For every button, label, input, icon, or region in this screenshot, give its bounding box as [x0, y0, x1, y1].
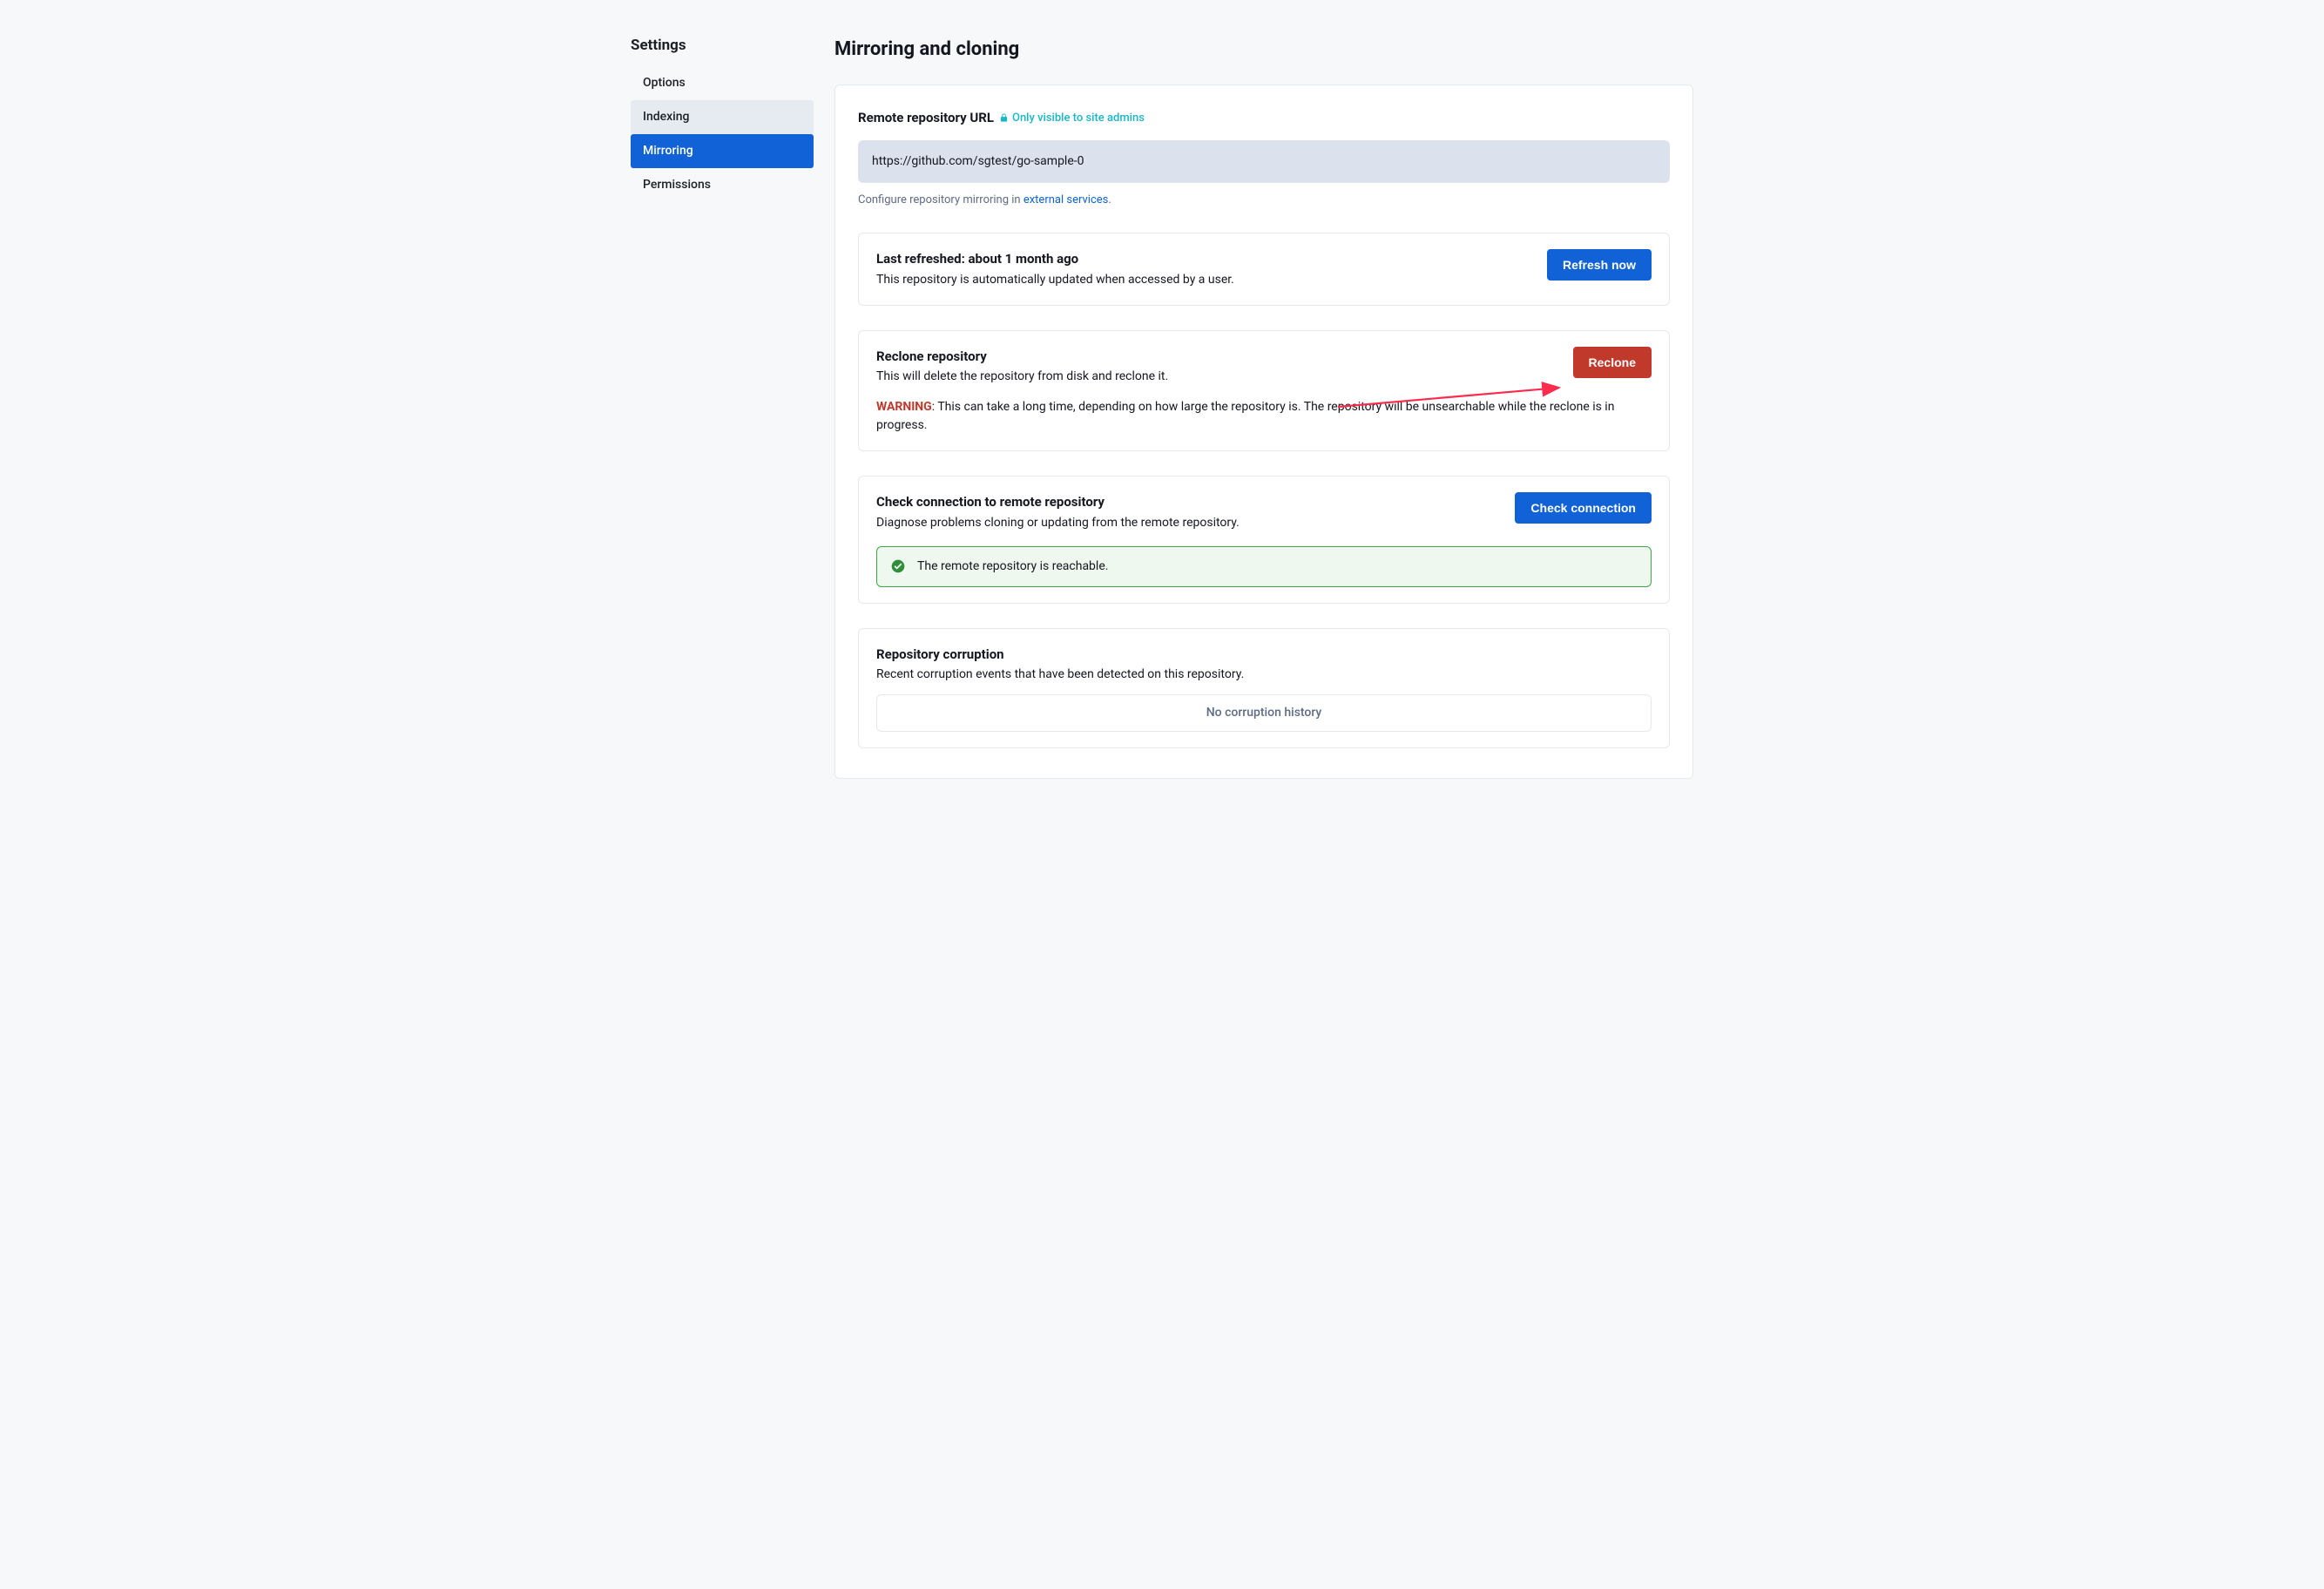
- check-circle-icon: [891, 559, 905, 573]
- check-desc: Diagnose problems cloning or updating fr…: [876, 514, 1497, 532]
- reclone-card: Reclone repository This will delete the …: [858, 330, 1670, 452]
- page-title: Mirroring and cloning: [834, 35, 1693, 64]
- sidebar-title: Settings: [631, 35, 814, 57]
- warning-text: : This can take a long time, depending o…: [876, 400, 1614, 432]
- config-hint-suffix: .: [1108, 193, 1111, 206]
- connection-success-text: The remote repository is reachable.: [917, 558, 1108, 576]
- main-content: Mirroring and cloning Remote repository …: [834, 35, 1693, 779]
- check-title: Check connection to remote repository: [876, 492, 1497, 512]
- settings-sidebar: Settings Options Indexing Mirroring Perm…: [631, 35, 814, 779]
- mirroring-panel: Remote repository URL Only visible to si…: [834, 85, 1693, 779]
- admin-only-badge: Only visible to site admins: [999, 110, 1145, 127]
- sidebar-item-options[interactable]: Options: [631, 66, 814, 100]
- corruption-desc: Recent corruption events that have been …: [876, 666, 1652, 684]
- external-services-link[interactable]: external services: [1024, 193, 1109, 206]
- reclone-desc: This will delete the repository from dis…: [876, 368, 1556, 386]
- corruption-title: Repository corruption: [876, 645, 1652, 665]
- corruption-empty: No corruption history: [876, 694, 1652, 732]
- refresh-desc: This repository is automatically updated…: [876, 271, 1530, 289]
- reclone-button[interactable]: Reclone: [1573, 347, 1652, 378]
- sidebar-item-mirroring[interactable]: Mirroring: [631, 134, 814, 168]
- remote-url-heading: Remote repository URL: [858, 108, 994, 128]
- refresh-card: Last refreshed: about 1 month ago This r…: [858, 233, 1670, 306]
- remote-url-value[interactable]: https://github.com/sgtest/go-sample-0: [858, 140, 1670, 183]
- refresh-title: Last refreshed: about 1 month ago: [876, 249, 1530, 269]
- sidebar-item-indexing[interactable]: Indexing: [631, 100, 814, 134]
- config-hint: Configure repository mirroring in extern…: [858, 192, 1670, 209]
- check-connection-card: Check connection to remote repository Di…: [858, 476, 1670, 604]
- config-hint-prefix: Configure repository mirroring in: [858, 193, 1024, 206]
- lock-icon: [999, 112, 1009, 123]
- remote-url-section: Remote repository URL Only visible to si…: [858, 108, 1670, 208]
- refresh-now-button[interactable]: Refresh now: [1547, 249, 1652, 281]
- admin-only-text: Only visible to site admins: [1012, 110, 1145, 127]
- sidebar-item-permissions[interactable]: Permissions: [631, 168, 814, 202]
- reclone-title: Reclone repository: [876, 347, 1556, 367]
- connection-success-alert: The remote repository is reachable.: [876, 546, 1652, 587]
- warning-label: WARNING: [876, 400, 932, 414]
- check-connection-button[interactable]: Check connection: [1515, 492, 1652, 524]
- corruption-card: Repository corruption Recent corruption …: [858, 628, 1670, 749]
- reclone-warning: WARNING: This can take a long time, depe…: [876, 398, 1652, 435]
